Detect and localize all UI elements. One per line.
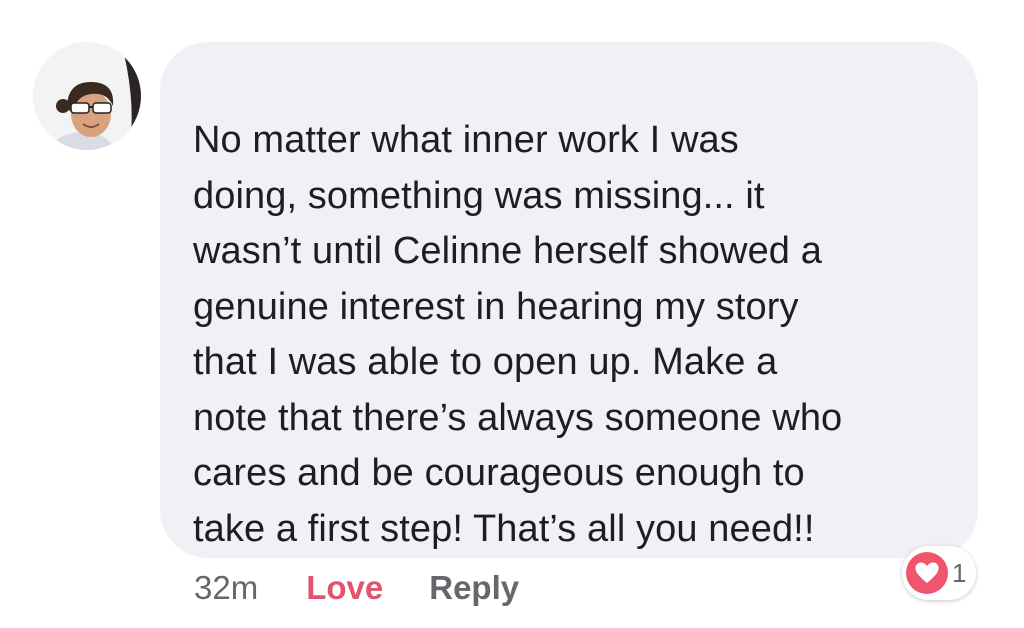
profile-photo: [33, 42, 141, 150]
reaction-summary[interactable]: 1: [902, 546, 977, 600]
comment-text: No matter what inner work I was doing, s…: [193, 119, 843, 550]
comment-actions: 32m Love Reply: [194, 566, 519, 610]
comment-bubble: No matter what inner work I was doing, s…: [160, 42, 978, 558]
timestamp: 32m: [194, 569, 259, 606]
heart-icon: [906, 552, 948, 594]
reply-button[interactable]: Reply: [429, 569, 519, 607]
love-button[interactable]: Love: [306, 569, 383, 607]
comment: No matter what inner work I was doing, s…: [0, 0, 1024, 628]
avatar[interactable]: [33, 42, 141, 150]
reaction-count: 1: [952, 557, 967, 588]
